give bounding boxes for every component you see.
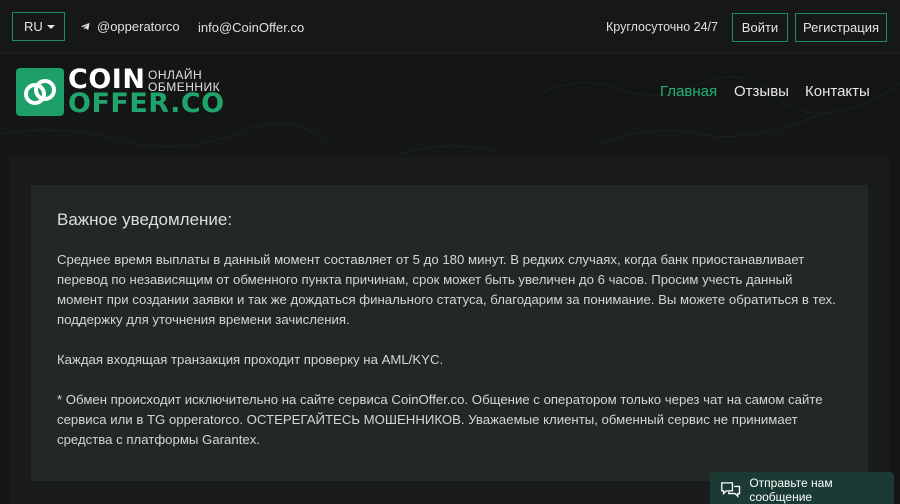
telegram-icon <box>80 22 90 31</box>
register-button[interactable]: Регистрация <box>795 13 887 42</box>
logo-mark-icon[interactable] <box>16 68 64 116</box>
chat-widget-label: Отправьте нам сообщение <box>749 476 833 504</box>
language-value: RU <box>24 19 43 34</box>
nav-contacts[interactable]: Контакты <box>805 83 870 100</box>
login-button[interactable]: Войти <box>732 13 788 42</box>
telegram-handle: @opperatorco <box>97 19 180 34</box>
notice-paragraph-payout: Среднее время выплаты в данный момент со… <box>57 252 836 327</box>
notice-paragraph-aml: Каждая входящая транзакция проходит пров… <box>57 352 444 367</box>
logo-tagline-exchanger: ОБМЕННИК <box>148 80 221 94</box>
language-select[interactable]: RU <box>12 12 65 41</box>
chat-bubble-icon <box>721 482 741 498</box>
caret-down-icon <box>47 25 55 29</box>
site-header: COIN OFFER.CO ОНЛАЙН ОБМЕННИК Главная От… <box>0 54 900 157</box>
nav-home[interactable]: Главная <box>660 83 717 100</box>
notice-title: Важное уведомление: <box>57 210 233 229</box>
notice-paragraph-warning: * Обмен происходит исключительно на сайт… <box>57 392 823 447</box>
working-hours: Круглосуточно 24/7 <box>606 20 718 34</box>
nav-reviews[interactable]: Отзывы <box>734 83 789 100</box>
email-link[interactable]: info@CoinOffer.co <box>198 20 304 35</box>
telegram-link[interactable]: @opperatorco <box>80 19 180 34</box>
chat-widget-button[interactable]: Отправьте нам сообщение <box>710 472 894 504</box>
top-bar: RU @opperatorco info@CoinOffer.co Кругло… <box>0 0 900 54</box>
logo-word-offer[interactable]: OFFER.CO <box>68 90 225 118</box>
important-notice: Важное уведомление: Среднее время выплат… <box>31 185 868 481</box>
